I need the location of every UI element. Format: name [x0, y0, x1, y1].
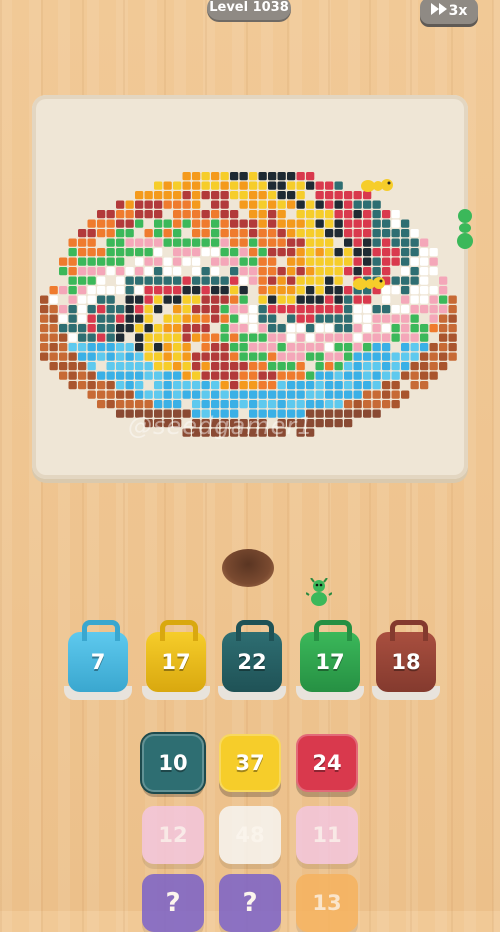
watermark: @seedgamer1	[128, 412, 314, 440]
tile-count: 11	[312, 823, 342, 847]
bucket-count: 17	[315, 650, 345, 674]
level-indicator: Level 1038	[207, 0, 291, 20]
bucket-base	[64, 686, 132, 700]
tile-count: 37	[235, 751, 265, 775]
bucket-count: 22	[237, 650, 267, 674]
color-bucket[interactable]: 18	[372, 620, 440, 700]
bucket-base	[218, 686, 286, 700]
ant-yellow-icon	[361, 179, 393, 192]
bucket-base	[296, 686, 364, 700]
speed-button[interactable]: 3x	[420, 0, 478, 24]
bucket-handle	[314, 620, 352, 641]
tile-count: 10	[158, 751, 188, 775]
color-tile[interactable]: 24	[296, 734, 358, 792]
color-tile: 48	[219, 806, 281, 864]
bucket-base	[372, 686, 440, 700]
bucket-handle	[236, 620, 274, 641]
bucket-handle	[160, 620, 198, 641]
speed-label: 3x	[448, 3, 468, 19]
bucket-base	[142, 686, 210, 700]
color-bucket[interactable]: 17	[142, 620, 210, 700]
color-tile: 11	[296, 806, 358, 864]
color-tile: 12	[142, 806, 204, 864]
color-bucket[interactable]: 7	[64, 620, 132, 700]
ant-green-icon	[306, 578, 332, 606]
hidden-tile: ?	[219, 874, 281, 932]
tile-count: ?	[165, 888, 181, 918]
tile-count: 12	[158, 823, 188, 847]
bucket-count: 17	[161, 650, 191, 674]
bucket-handle	[82, 620, 120, 641]
tile-count: ?	[242, 888, 258, 918]
tile-count: 13	[312, 891, 342, 915]
color-tile: 13	[296, 874, 358, 932]
bucket-handle	[390, 620, 428, 641]
tile-count: 24	[312, 751, 342, 775]
ant-green-icon	[457, 209, 473, 249]
hidden-tile: ?	[142, 874, 204, 932]
color-bucket[interactable]: 22	[218, 620, 286, 700]
color-tile[interactable]: 37	[219, 734, 281, 792]
ant-yellow-icon	[353, 277, 385, 290]
bucket-count: 7	[90, 650, 106, 674]
tile-count: 48	[235, 823, 265, 847]
color-tile[interactable]: 10	[140, 732, 206, 794]
fast-forward-icon	[430, 3, 447, 19]
bucket-count: 18	[391, 650, 421, 674]
color-bucket[interactable]: 17	[296, 620, 364, 700]
ant-hole	[222, 549, 274, 587]
